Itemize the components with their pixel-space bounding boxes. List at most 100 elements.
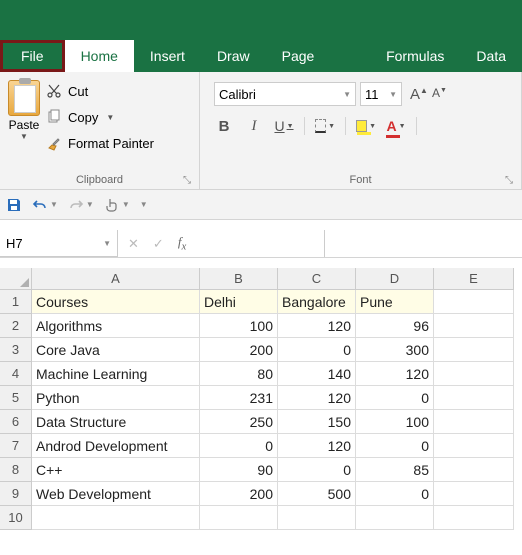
tab-data[interactable]: Data [460, 40, 522, 72]
cell[interactable]: Machine Learning [32, 362, 200, 386]
dialog-launcher-icon[interactable]: ⤡ [505, 175, 513, 186]
row-header[interactable]: 3 [0, 338, 32, 362]
cell[interactable]: 200 [200, 482, 278, 506]
cell[interactable] [434, 314, 514, 338]
cell[interactable]: 300 [356, 338, 434, 362]
undo-button[interactable]: ▼ [32, 197, 58, 213]
tab-home[interactable]: Home [65, 40, 134, 72]
cell[interactable]: Courses [32, 290, 200, 314]
cell[interactable] [434, 290, 514, 314]
cell[interactable]: Python [32, 386, 200, 410]
column-header[interactable]: B [200, 268, 278, 290]
cell[interactable]: Delhi [200, 290, 278, 314]
borders-button[interactable]: ▼ [315, 116, 335, 136]
font-name-select[interactable]: Calibri ▼ [214, 82, 356, 106]
cell[interactable]: 250 [200, 410, 278, 434]
select-all-corner[interactable] [0, 268, 32, 290]
cell[interactable]: 0 [278, 458, 356, 482]
shrink-font-button[interactable]: A▼ [432, 86, 447, 103]
row-header[interactable]: 9 [0, 482, 32, 506]
column-header[interactable]: C [278, 268, 356, 290]
cell[interactable] [356, 506, 434, 530]
column-header[interactable]: D [356, 268, 434, 290]
row-header[interactable]: 1 [0, 290, 32, 314]
copy-button[interactable]: Copy ▼ [46, 106, 154, 128]
row-header[interactable]: 4 [0, 362, 32, 386]
cell[interactable] [434, 458, 514, 482]
chevron-down-icon[interactable]: ▼ [20, 132, 28, 141]
cell[interactable]: 96 [356, 314, 434, 338]
grow-font-button[interactable]: A▲ [410, 86, 428, 103]
cell[interactable]: Core Java [32, 338, 200, 362]
dialog-launcher-icon[interactable]: ⤡ [183, 175, 191, 186]
cell[interactable]: 120 [356, 362, 434, 386]
cells-area[interactable]: CoursesDelhiBangalorePuneAlgorithms10012… [32, 290, 514, 530]
cell[interactable]: 0 [278, 338, 356, 362]
format-painter-button[interactable]: Format Painter [46, 132, 154, 154]
chevron-down-icon[interactable]: ▼ [106, 113, 114, 122]
cell[interactable] [434, 434, 514, 458]
tab-file[interactable]: File [0, 40, 65, 72]
row-header[interactable]: 5 [0, 386, 32, 410]
cell[interactable]: 140 [278, 362, 356, 386]
cell[interactable]: Bangalore [278, 290, 356, 314]
redo-button[interactable]: ▼ [68, 197, 94, 213]
italic-button[interactable]: I [244, 116, 264, 136]
tab-page-layout[interactable]: Page Layout [266, 40, 370, 72]
cell[interactable]: 150 [278, 410, 356, 434]
cell[interactable] [434, 506, 514, 530]
cell[interactable]: Data Structure [32, 410, 200, 434]
cell[interactable] [434, 482, 514, 506]
cell[interactable]: 231 [200, 386, 278, 410]
cell[interactable]: Algorithms [32, 314, 200, 338]
tab-insert[interactable]: Insert [134, 40, 201, 72]
bold-button[interactable]: B [214, 116, 234, 136]
font-size-select[interactable]: 11 ▼ [360, 82, 402, 106]
font-color-button[interactable]: A▼ [386, 116, 406, 136]
cell[interactable] [434, 362, 514, 386]
cell[interactable]: Web Development [32, 482, 200, 506]
cell[interactable]: 85 [356, 458, 434, 482]
cut-button[interactable]: Cut [46, 80, 154, 102]
cell[interactable]: 0 [200, 434, 278, 458]
cell[interactable]: 80 [200, 362, 278, 386]
cell[interactable]: 120 [278, 314, 356, 338]
row-header[interactable]: 10 [0, 506, 32, 530]
cell[interactable]: 100 [356, 410, 434, 434]
customize-qat[interactable]: ▼ [140, 200, 148, 209]
cancel-formula-button[interactable]: ✕ [128, 236, 139, 252]
cell[interactable] [32, 506, 200, 530]
name-box[interactable]: H7 ▼ [0, 230, 118, 257]
fill-color-button[interactable]: ▼ [356, 116, 376, 136]
touch-mode-button[interactable]: ▼ [104, 197, 130, 213]
paste-button[interactable]: Paste ▼ [8, 76, 46, 154]
cell[interactable] [278, 506, 356, 530]
cell[interactable]: Pune [356, 290, 434, 314]
cell[interactable] [200, 506, 278, 530]
cell[interactable]: 0 [356, 386, 434, 410]
cell[interactable] [434, 410, 514, 434]
row-header[interactable]: 6 [0, 410, 32, 434]
tab-formulas[interactable]: Formulas [370, 40, 460, 72]
cell[interactable]: 200 [200, 338, 278, 362]
column-header[interactable]: E [434, 268, 514, 290]
enter-formula-button[interactable]: ✓ [153, 236, 164, 252]
cell[interactable] [434, 338, 514, 362]
row-header[interactable]: 2 [0, 314, 32, 338]
row-header[interactable]: 8 [0, 458, 32, 482]
formula-bar[interactable] [324, 230, 522, 257]
cell[interactable]: 120 [278, 386, 356, 410]
fx-icon[interactable]: fx [178, 234, 186, 253]
row-header[interactable]: 7 [0, 434, 32, 458]
cell[interactable]: 120 [278, 434, 356, 458]
cell[interactable]: C++ [32, 458, 200, 482]
tab-draw[interactable]: Draw [201, 40, 266, 72]
cell[interactable]: 100 [200, 314, 278, 338]
cell[interactable]: 500 [278, 482, 356, 506]
cell[interactable]: 0 [356, 482, 434, 506]
cell[interactable]: 0 [356, 434, 434, 458]
column-header[interactable]: A [32, 268, 200, 290]
underline-button[interactable]: U▼ [274, 116, 294, 136]
cell[interactable]: 90 [200, 458, 278, 482]
save-button[interactable] [6, 197, 22, 213]
